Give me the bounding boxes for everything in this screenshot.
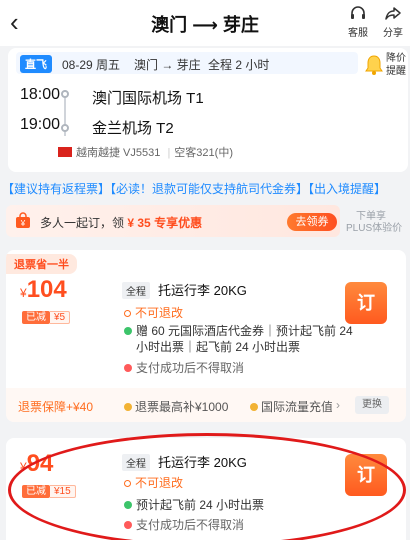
customer-service-button[interactable]: 客服	[338, 4, 378, 39]
flight-duration: 全程 2 小时	[208, 58, 270, 72]
arrival-airport: 金兰机场 T2	[92, 120, 174, 137]
price-alert-button[interactable]: 降价提醒	[362, 48, 408, 88]
price-alert-label: 降价提醒	[386, 53, 406, 77]
discount-value: ¥15	[50, 485, 76, 498]
discount-label: 已减	[22, 311, 50, 324]
cancel-warning: 支付成功后不得取消	[124, 359, 244, 376]
check-icon	[124, 501, 132, 509]
refund-rule: 不可退改	[124, 474, 183, 491]
currency-symbol: ¥	[20, 286, 27, 300]
addon-data-roaming-text: 国际流量充值	[261, 400, 332, 414]
group-coupon-bar: ¥ 多人一起订，领 ¥ 35 专享优惠 去领券	[6, 205, 340, 237]
departure-time: 18:00	[20, 86, 61, 103]
warning-icon	[124, 364, 132, 372]
discount-value: ¥5	[50, 311, 71, 324]
discount-label: 已减	[22, 485, 50, 498]
promo-banner: ¥ 多人一起订，领 ¥ 35 专享优惠 去领券 下单享 PLUS体验价	[6, 205, 410, 237]
add-on-bar[interactable]: 退票保障+¥40 退票最高补¥1000 国际流量充值 › 更换	[6, 388, 406, 422]
airline-logo-icon	[58, 147, 72, 157]
benefit-line-1: 赠 60 元国际酒店代金券｜预计起飞前 24	[136, 324, 353, 338]
plus-line-1: 下单享	[356, 211, 386, 222]
book-button[interactable]: 订	[345, 454, 387, 496]
flight-date: 08-29 周五	[62, 58, 121, 72]
warning-icon	[124, 521, 132, 529]
promo-text-prefix: 多人一起订，领	[40, 216, 125, 230]
refund-save-ribbon: 退票省一半	[6, 254, 77, 274]
coupon-bag-icon: ¥	[14, 212, 32, 235]
share-label: 分享	[383, 28, 403, 39]
flight-route: 澳门 → 芽庄	[134, 58, 201, 72]
share-button[interactable]: 分享	[376, 4, 410, 39]
ticketing-text: 预计起飞前 24 小时出票	[136, 498, 265, 512]
fare-price: ¥104	[20, 276, 67, 304]
fare-benefits: 赠 60 元国际酒店代金券｜预计起飞前 24 小时出票｜起飞前 24 小时出票	[124, 323, 353, 355]
fare-scope-tag: 全程	[122, 454, 150, 471]
discount-badge: 已减 ¥15	[22, 482, 76, 498]
refund-rule: 不可退改	[124, 304, 183, 321]
ticketing-info: 预计起飞前 24 小时出票	[124, 496, 264, 513]
cancel-warning: 支付成功后不得取消	[124, 516, 244, 533]
departure-dot	[61, 90, 69, 98]
discount-badge: 已减 ¥5	[22, 308, 71, 324]
chevron-right-icon: ›	[336, 398, 340, 412]
share-icon	[376, 4, 410, 24]
cancel-warning-text: 支付成功后不得取消	[136, 518, 245, 532]
price-value: 104	[26, 276, 67, 303]
arrival-time: 19:00	[20, 116, 61, 133]
fare-option-card[interactable]: ¥94 已减 ¥15 全程 托运行李 20KG 不可退改 预计起飞前 24 小时出…	[6, 438, 406, 540]
bell-icon	[364, 54, 384, 81]
fare-scope-tag: 全程	[122, 282, 150, 299]
departure-airport: 澳门国际机场 T1	[92, 90, 204, 107]
book-button[interactable]: 订	[345, 282, 387, 324]
claim-coupon-button[interactable]: 去领券	[287, 213, 337, 231]
refund-rule-text: 不可退改	[135, 476, 184, 490]
addon-refund-max: 退票最高补¥1000	[124, 398, 228, 415]
refund-guarantee: 退票保障+¥40	[18, 400, 94, 414]
benefit-line-2: 小时出票｜起飞前 24 小时出票	[136, 340, 301, 354]
baggage-allowance: 托运行李 20KG	[158, 455, 247, 470]
aircraft-type: 空客321(中)	[174, 147, 233, 159]
direct-flight-badge: 直飞	[20, 55, 52, 73]
arrival-dot	[61, 124, 69, 132]
baggage-allowance: 托运行李 20KG	[158, 283, 247, 298]
refund-rule-text: 不可退改	[135, 306, 184, 320]
promo-text: 多人一起订，领 ¥ 35 专享优惠	[40, 214, 202, 231]
cancel-warning-text: 支付成功后不得取消	[136, 361, 245, 375]
airline-info: 越南越捷 VJ5531 | 空客321(中)	[58, 144, 233, 160]
fare-option-card[interactable]: 退票省一半 ¥104 已减 ¥5 全程 托运行李 20KG 不可退改 赠 60 元…	[6, 250, 406, 422]
headset-icon	[338, 4, 378, 24]
top-bar: ‹ 澳门 ⟶ 芽庄 客服 分享	[0, 0, 410, 46]
addon-refund-max-text: 退票最高补¥1000	[135, 400, 229, 414]
currency-symbol: ¥	[20, 460, 27, 474]
addon-data-roaming: 国际流量充值	[250, 398, 332, 415]
plus-line-2: PLUS体验价	[346, 223, 403, 234]
airline-flight-number: 越南越捷 VJ5531	[76, 147, 161, 159]
price-value: 94	[26, 450, 54, 477]
promo-text-suffix: 专享优惠	[154, 216, 203, 230]
fare-price: ¥94	[20, 450, 53, 478]
promo-amount: ¥ 35	[127, 216, 151, 230]
change-addon-button[interactable]: 更换	[355, 396, 389, 414]
customer-service-label: 客服	[348, 28, 368, 39]
travel-notice-link[interactable]: 【建议持有返程票】【必读！退款可能仅支持航司代金券】【出入境提醒】	[0, 180, 410, 198]
svg-text:¥: ¥	[20, 219, 26, 228]
check-icon	[124, 327, 132, 335]
flight-summary-bar: 直飞 08-29 周五 澳门 → 芽庄 全程 2 小时	[16, 52, 358, 74]
plus-member-info[interactable]: 下单享 PLUS体验价	[346, 211, 402, 235]
